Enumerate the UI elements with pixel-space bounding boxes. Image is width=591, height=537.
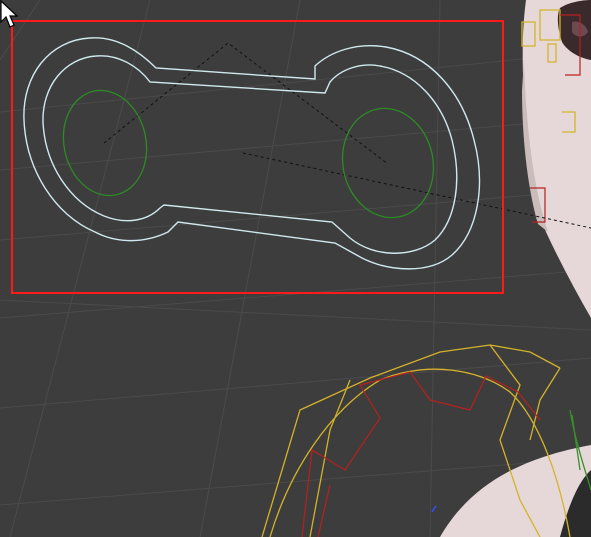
viewport-canvas[interactable] [0,0,591,537]
arrow-cursor-icon [0,0,19,28]
3d-viewport[interactable] [0,0,591,537]
